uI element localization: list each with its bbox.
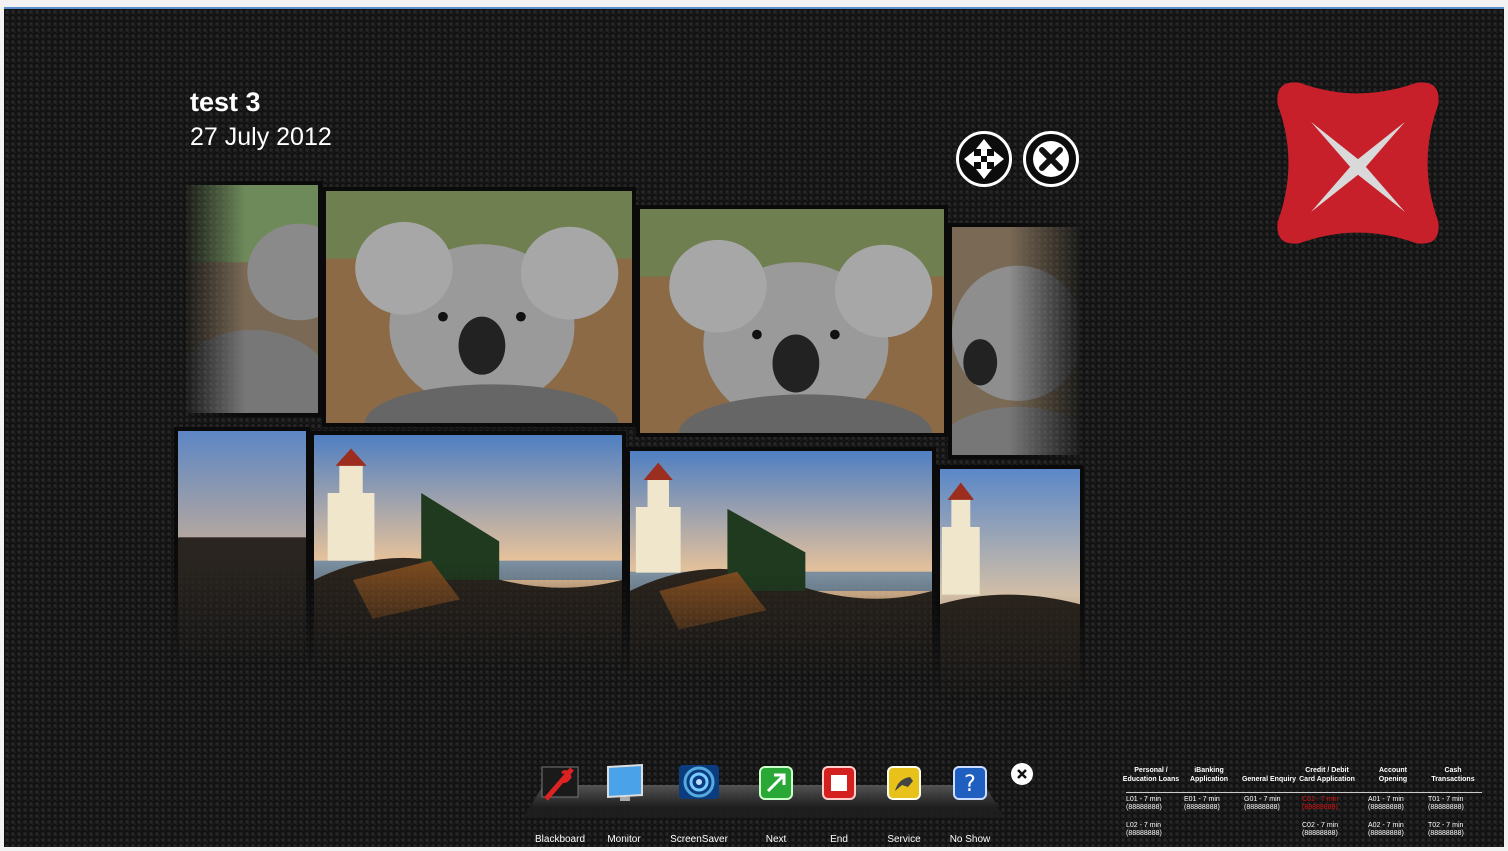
queue-ticket: C02 - 7 min (88888888) <box>1298 822 1358 838</box>
queue-ticket: A02 - 7 min (88888888) <box>1364 822 1424 838</box>
queue-column-header: Account Opening <box>1378 767 1408 783</box>
blackboard-button[interactable]: Blackboard <box>524 759 596 845</box>
queue-column: Personal / Education Loans L01 - 7 min (88… <box>1122 754 1180 837</box>
gallery-photo[interactable] <box>182 181 322 417</box>
queue-ticket: T02 - 7 min (88888888) <box>1424 822 1484 838</box>
queue-ticket-number: (88888888) <box>1368 830 1404 837</box>
bank-logo-icon <box>1277 82 1439 244</box>
dock-label: Monitor <box>607 834 641 845</box>
gallery-photo[interactable] <box>322 187 636 427</box>
queue-ticket: L02 - 7 min (88888888) <box>1122 822 1182 838</box>
blackboard-icon <box>541 766 579 801</box>
queue-column-header: Personal / Education Loans <box>1122 767 1180 783</box>
queue-ticket-label: L02 - 7 min <box>1126 822 1162 829</box>
screensaver-button[interactable]: ScreenSaver <box>663 759 735 845</box>
gallery-photo[interactable] <box>174 427 310 667</box>
close-icon <box>1017 769 1027 779</box>
dock-label: End <box>830 834 848 845</box>
service-icon <box>887 766 921 800</box>
queue-ticket-label: T02 - 7 min <box>1428 822 1464 829</box>
queue-ticket-label: C01 - 7 min <box>1302 796 1339 803</box>
dock-close-button[interactable] <box>1011 763 1033 785</box>
queue-column: Cash Transactions T01 - 7 min (88888888) T0… <box>1424 754 1482 837</box>
queue-ticket-label: T01 - 7 min <box>1428 796 1464 803</box>
dock-label: No Show <box>949 834 991 845</box>
next-icon <box>759 766 793 800</box>
photo-gallery <box>174 177 1084 717</box>
queue-column: General Enquiry G01 - 7 min (88888888) <box>1240 754 1298 811</box>
queue-column-header: General Enquiry <box>1241 776 1297 783</box>
queue-ticket-label: C02 - 7 min <box>1302 822 1339 829</box>
dock-label: Next <box>765 834 787 845</box>
queue-ticket: A01 - 7 min (88888888) <box>1364 796 1424 812</box>
gallery-photo[interactable] <box>626 447 936 679</box>
page-title: test 3 <box>190 87 261 117</box>
monitor-icon <box>607 763 643 801</box>
service-button[interactable]: Service <box>868 759 940 845</box>
queue-ticket-number: (88888888) <box>1428 804 1464 811</box>
monitor-button[interactable]: Monitor <box>588 759 660 845</box>
gallery-photo[interactable] <box>310 431 626 671</box>
close-x-icon <box>1033 141 1069 177</box>
queue-ticket-number: (88888888) <box>1302 804 1338 811</box>
queue-ticket-label: A01 - 7 min <box>1368 796 1404 803</box>
queue-ticket: L01 - 7 min (88888888) <box>1122 796 1182 812</box>
dock-label: Blackboard <box>534 834 586 845</box>
queue-ticket-number: (88888888) <box>1244 804 1280 811</box>
queue-column-header: iBanking Application <box>1189 767 1229 783</box>
end-icon <box>822 766 856 800</box>
dock-label: Service <box>887 834 921 845</box>
queue-column-header: Cash Transactions <box>1431 767 1475 783</box>
page-date: 27 July 2012 <box>190 123 332 151</box>
queue-ticket-number: (88888888) <box>1126 830 1162 837</box>
no-show-icon: ? <box>953 766 987 800</box>
action-dock: Blackboard Monitor ScreenSaver Next End … <box>516 759 1036 847</box>
queue-ticket-number: (88888888) <box>1184 804 1220 811</box>
gallery-photo[interactable] <box>936 465 1084 701</box>
presentation-stage: test 3 27 July 2012 Blackboard Monitor S… <box>4 7 1504 847</box>
gallery-photo[interactable] <box>948 223 1084 459</box>
queue-ticket-label: G01 - 7 min <box>1244 796 1281 803</box>
queue-ticket-label: A02 - 7 min <box>1368 822 1404 829</box>
queue-ticket-number: (88888888) <box>1428 830 1464 837</box>
svg-text:?: ? <box>964 772 976 797</box>
queue-ticket-label: L01 - 7 min <box>1126 796 1162 803</box>
queue-divider <box>1126 792 1482 793</box>
screensaver-icon <box>679 765 719 799</box>
queue-ticket-number: (88888888) <box>1368 804 1404 811</box>
queue-column: Credit / Debit Card Application C01 - 7 m… <box>1298 754 1356 837</box>
queue-ticket: G01 - 7 min (88888888) <box>1240 796 1300 812</box>
queue-ticket: E01 - 7 min (88888888) <box>1180 796 1240 812</box>
queue-column-header: Credit / Debit Card Application <box>1299 767 1355 783</box>
queue-ticket-label: E01 - 7 min <box>1184 796 1220 803</box>
next-button[interactable]: Next <box>740 759 812 845</box>
gallery-photo[interactable] <box>636 205 948 437</box>
queue-ticket-number: (88888888) <box>1302 830 1338 837</box>
queue-ticket: C01 - 7 min (88888888) <box>1298 796 1358 812</box>
queue-column: Account Opening A01 - 7 min (88888888) A02 … <box>1364 754 1422 837</box>
end-button[interactable]: End <box>803 759 875 845</box>
dock-label: ScreenSaver <box>670 834 728 845</box>
no-show-button[interactable]: ? No Show <box>934 759 1006 845</box>
queue-ticket-number: (88888888) <box>1126 804 1162 811</box>
queue-column: iBanking Application E01 - 7 min (88888888… <box>1180 754 1238 811</box>
queue-ticket: T01 - 7 min (88888888) <box>1424 796 1484 812</box>
move-arrows-icon <box>964 139 1004 179</box>
queue-status-panel: Personal / Education Loans L01 - 7 min (88… <box>1122 754 1482 844</box>
